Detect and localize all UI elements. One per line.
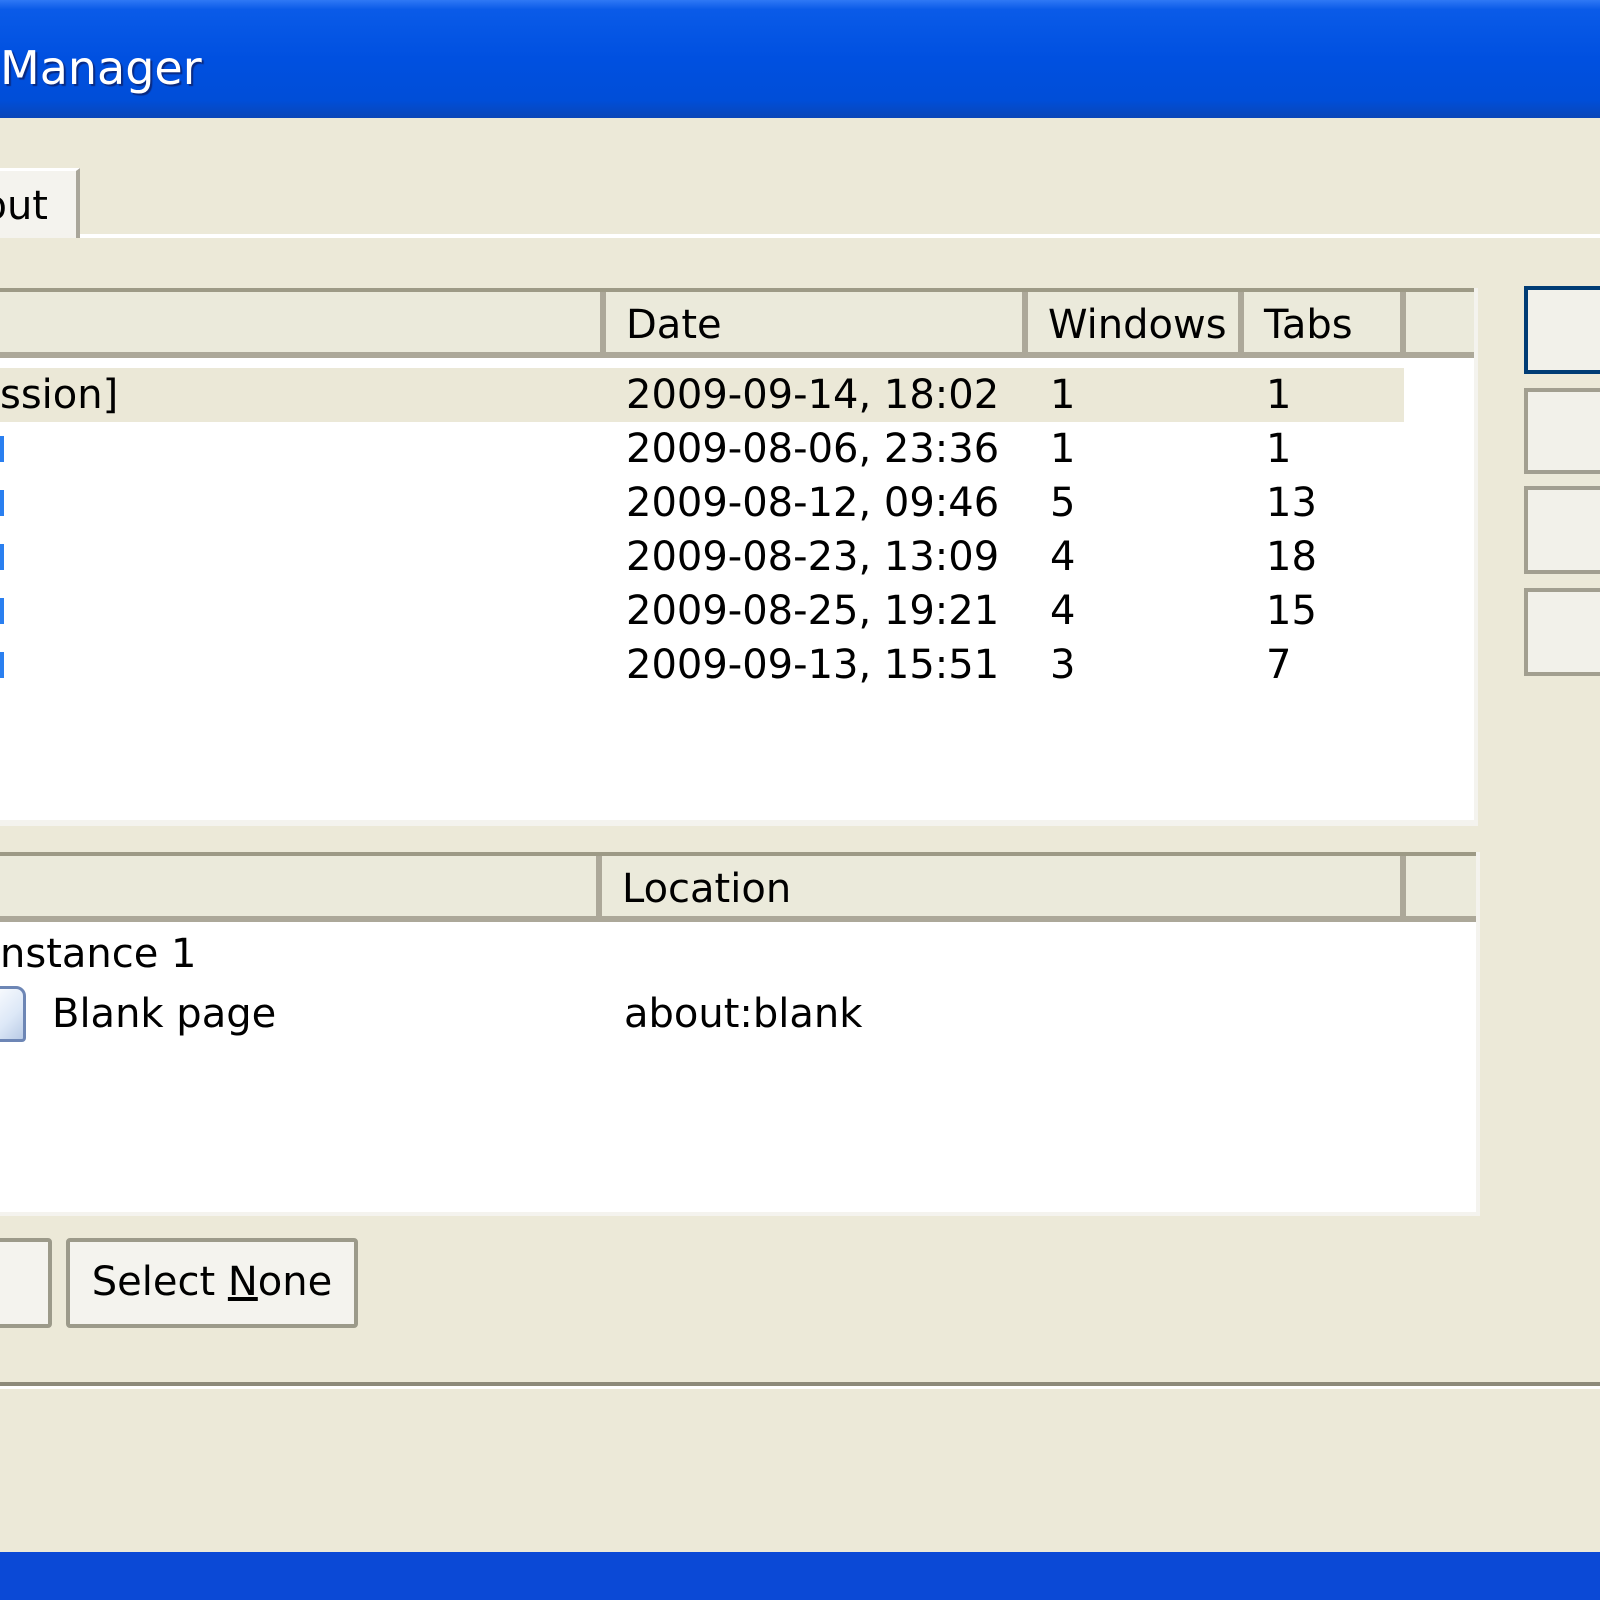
select-all-button[interactable] bbox=[0, 1238, 52, 1328]
row-marker bbox=[0, 598, 4, 624]
window-bottom-border bbox=[0, 1552, 1600, 1600]
title-bar[interactable]: Manager bbox=[0, 0, 1600, 118]
session-tabs: 13 bbox=[1266, 480, 1317, 526]
session-tabs: 15 bbox=[1266, 588, 1317, 634]
tab-item-title[interactable]: Blank page bbox=[52, 986, 276, 1042]
page-icon bbox=[0, 986, 26, 1042]
session-date: 2009-08-23, 13:09 bbox=[626, 534, 1000, 580]
session-tabs: 1 bbox=[1266, 372, 1292, 418]
session-windows: 1 bbox=[1050, 426, 1076, 472]
table-row[interactable]: ssion] 2009-09-14, 18:02 1 1 bbox=[0, 368, 1404, 422]
column-date[interactable]: Date bbox=[606, 292, 1028, 352]
side-button-2[interactable] bbox=[1524, 388, 1600, 474]
session-windows: 1 bbox=[1050, 372, 1076, 418]
session-date: 2009-08-06, 23:36 bbox=[626, 426, 1000, 472]
row-marker bbox=[0, 544, 4, 570]
sessions-list[interactable]: Date Windows Tabs ssion] 2009-09-14, 18:… bbox=[0, 288, 1478, 826]
session-date: 2009-08-25, 19:21 bbox=[626, 588, 1000, 634]
tab-about-label: out bbox=[0, 183, 48, 229]
sessions-header: Date Windows Tabs bbox=[0, 288, 1474, 358]
column-name[interactable] bbox=[0, 292, 606, 352]
select-none-label-post: one bbox=[257, 1259, 333, 1305]
window-group-label[interactable]: nstance 1 bbox=[0, 926, 197, 982]
session-windows: 4 bbox=[1050, 534, 1076, 580]
table-row[interactable]: 2009-08-12, 09:46 5 13 bbox=[0, 476, 1404, 530]
window-title: Manager bbox=[0, 41, 202, 95]
select-none-label-pre: Select bbox=[91, 1259, 228, 1305]
session-date: 2009-09-14, 18:02 bbox=[626, 372, 1000, 418]
table-row[interactable]: 2009-08-23, 13:09 4 18 bbox=[0, 530, 1404, 584]
session-date: 2009-09-13, 15:51 bbox=[626, 642, 1000, 688]
session-windows: 5 bbox=[1050, 480, 1076, 526]
session-windows: 3 bbox=[1050, 642, 1076, 688]
table-row[interactable]: 2009-08-25, 19:21 4 15 bbox=[0, 584, 1404, 638]
session-tabs: 18 bbox=[1266, 534, 1317, 580]
column-title[interactable] bbox=[0, 856, 602, 916]
session-name: ssion] bbox=[0, 372, 119, 418]
column-filler bbox=[1406, 856, 1476, 916]
open-session-button[interactable] bbox=[1524, 286, 1600, 374]
session-windows: 4 bbox=[1050, 588, 1076, 634]
tab-about[interactable]: out bbox=[0, 168, 80, 238]
select-none-accel: N bbox=[227, 1259, 258, 1305]
separator bbox=[0, 1382, 1600, 1389]
table-row[interactable]: 2009-09-13, 15:51 3 7 bbox=[0, 638, 1404, 692]
table-row[interactable]: 2009-08-06, 23:36 1 1 bbox=[0, 422, 1404, 476]
row-marker bbox=[0, 490, 4, 516]
session-date: 2009-08-12, 09:46 bbox=[626, 480, 1000, 526]
tab-item-location: about:blank bbox=[624, 991, 863, 1037]
column-windows[interactable]: Windows bbox=[1028, 292, 1244, 352]
column-filler bbox=[1406, 292, 1474, 352]
tab-strip-line bbox=[80, 234, 1600, 238]
row-marker bbox=[0, 436, 4, 462]
column-location[interactable]: Location bbox=[602, 856, 1406, 916]
row-marker bbox=[0, 652, 4, 678]
side-button-4[interactable] bbox=[1524, 588, 1600, 676]
select-none-button[interactable]: Select None bbox=[66, 1238, 358, 1328]
details-header: Location bbox=[0, 852, 1476, 922]
session-tabs: 1 bbox=[1266, 426, 1292, 472]
side-button-3[interactable] bbox=[1524, 486, 1600, 574]
session-tabs: 7 bbox=[1266, 642, 1292, 688]
column-tabs[interactable]: Tabs bbox=[1244, 292, 1406, 352]
